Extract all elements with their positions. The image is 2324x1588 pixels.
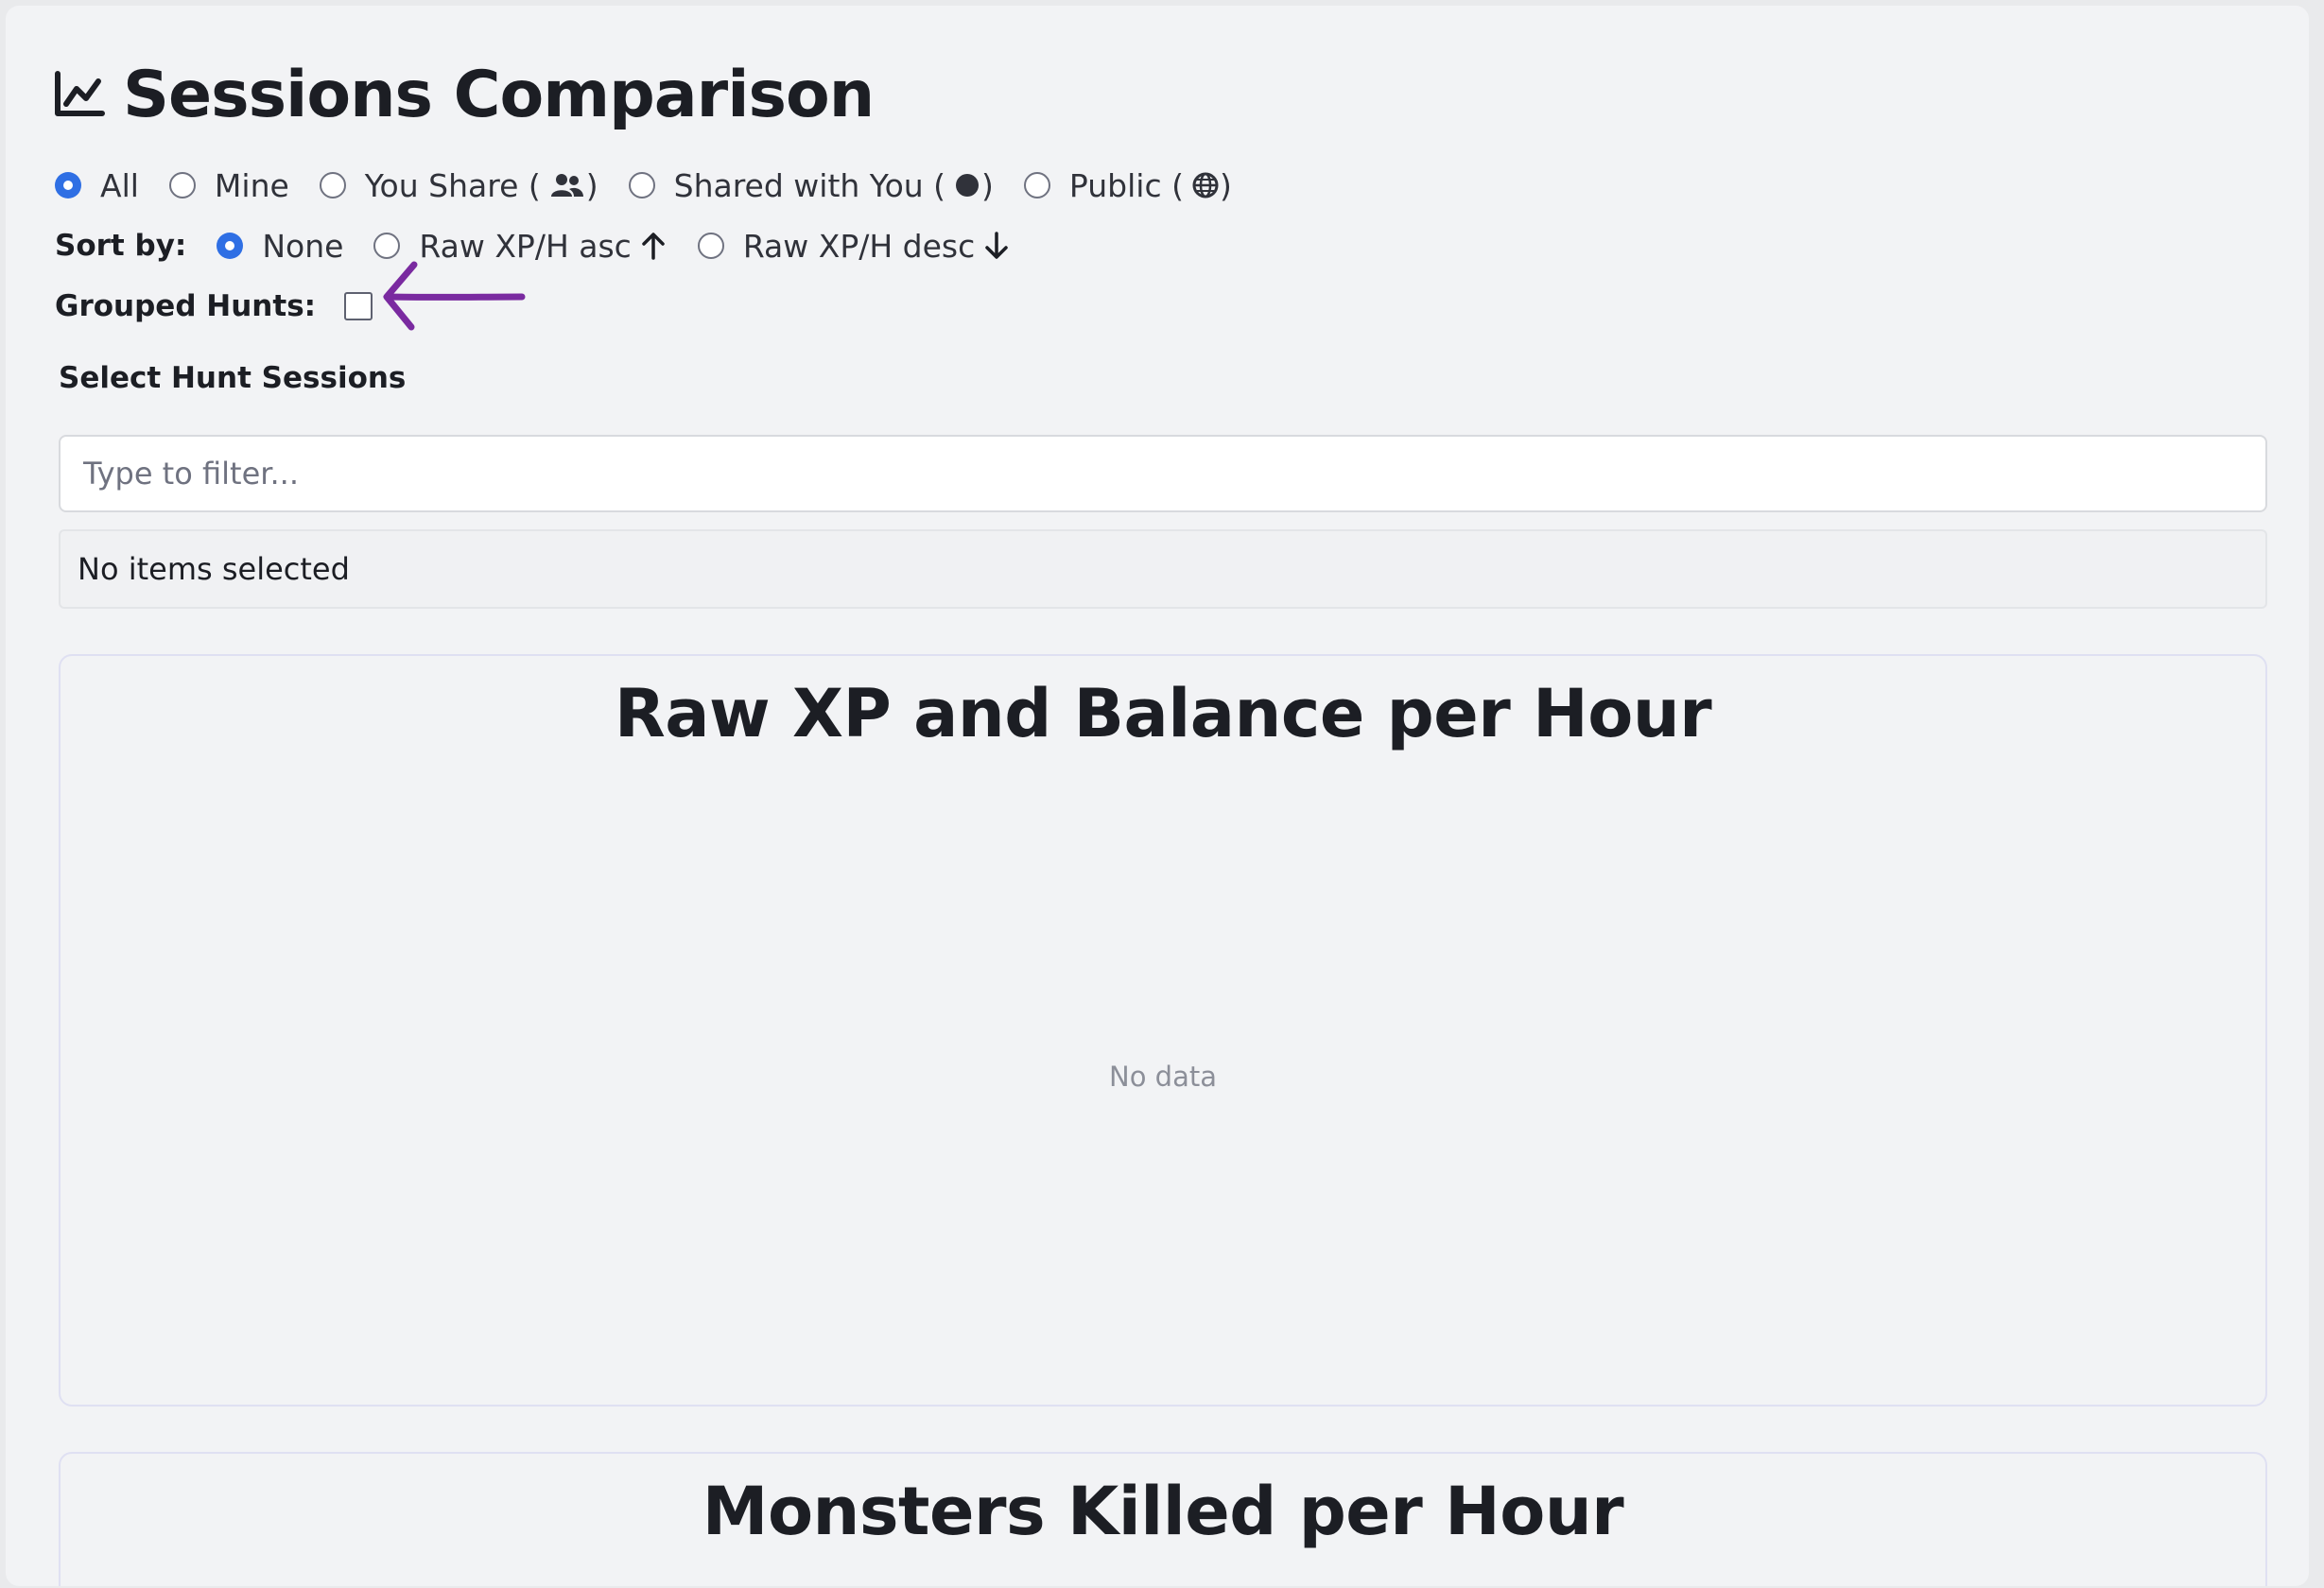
radio-label: Raw XP/H desc (742, 227, 976, 265)
selected-items-text: No items selected (78, 551, 350, 587)
circle-icon (953, 171, 981, 199)
sort-raw-xp-desc[interactable]: Raw XP/H desc (697, 227, 1011, 265)
radio-button-selected[interactable] (217, 233, 244, 259)
chart-card-xp-balance: Raw XP and Balance per Hour No data (59, 654, 2267, 1407)
radio-button[interactable] (628, 172, 655, 198)
radio-label: None (262, 227, 344, 265)
line-chart-icon (53, 68, 106, 121)
radio-button[interactable] (1023, 172, 1050, 198)
radio-label: Shared with You ( (673, 166, 946, 204)
radio-mine[interactable]: Mine (168, 166, 289, 204)
arrow-down-icon (982, 231, 1011, 261)
radio-label: You Share ( (364, 166, 541, 204)
page-title: Sessions Comparison (123, 57, 875, 132)
arrow-up-icon (639, 231, 668, 261)
radio-label-suffix: ) (585, 166, 598, 204)
grouped-hunts-label: Grouped Hunts: (55, 289, 317, 323)
grouped-hunts-row: Grouped Hunts: (55, 284, 373, 329)
radio-label-suffix: ) (1219, 166, 1232, 204)
radio-label: Mine (214, 166, 289, 204)
annotation-arrow-icon (383, 261, 526, 331)
radio-public[interactable]: Public ( ) (1023, 166, 1232, 204)
sessions-comparison-panel: Sessions Comparison All Mine You Share (… (6, 6, 2309, 1586)
no-data-text: No data (1109, 1061, 1217, 1093)
select-hunt-sessions-label: Select Hunt Sessions (59, 361, 407, 395)
selected-items-box: No items selected (59, 529, 2267, 609)
radio-button[interactable] (319, 172, 346, 198)
radio-button-selected[interactable] (55, 172, 81, 198)
radio-label: All (100, 166, 139, 204)
radio-button[interactable] (168, 172, 196, 198)
globe-icon (1191, 171, 1220, 199)
visibility-filter: All Mine You Share ( ) Shared with You ( (55, 163, 1262, 208)
radio-label-suffix: ) (981, 166, 994, 204)
radio-label: Public ( (1068, 166, 1184, 204)
chart-card-monsters-killed: Monsters Killed per Hour (59, 1452, 2267, 1586)
page-header: Sessions Comparison (53, 47, 875, 142)
sort-none[interactable]: None (217, 228, 343, 265)
chart-title: Monsters Killed per Hour (702, 1473, 1624, 1550)
sort-options: Sort by: None Raw XP/H asc Raw XP/H desc (55, 223, 1041, 268)
grouped-hunts-checkbox[interactable] (344, 292, 373, 320)
radio-you-share[interactable]: You Share ( ) (319, 166, 598, 204)
users-icon (548, 171, 586, 199)
sort-label: Sort by: (55, 229, 187, 263)
radio-button[interactable] (697, 233, 724, 259)
radio-shared-with-you[interactable]: Shared with You ( ) (628, 166, 994, 204)
session-filter-input[interactable] (59, 435, 2267, 512)
radio-all[interactable]: All (55, 167, 139, 204)
chart-title: Raw XP and Balance per Hour (614, 675, 1712, 752)
